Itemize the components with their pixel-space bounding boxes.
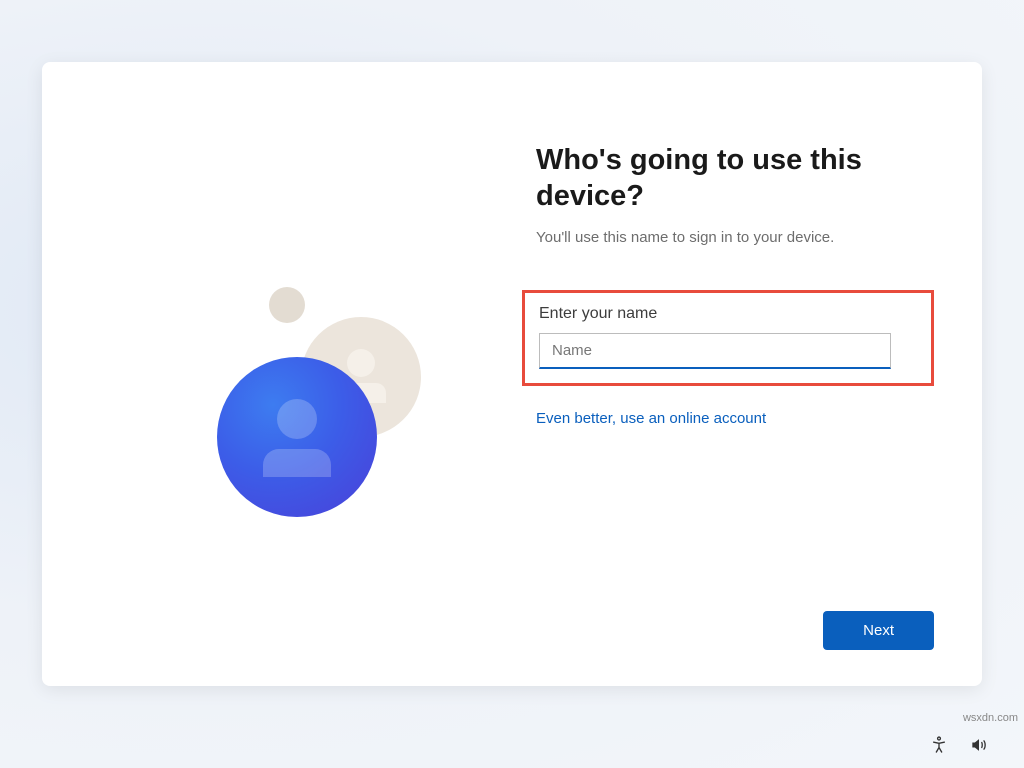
accessibility-icon[interactable] — [928, 734, 950, 756]
page-subtitle: You'll use this name to sign in to your … — [536, 229, 934, 246]
volume-icon[interactable] — [968, 734, 990, 756]
name-field-highlight: Enter your name — [522, 290, 934, 386]
form-pane: Who's going to use this device? You'll u… — [518, 62, 982, 686]
taskbar-icons — [928, 734, 990, 756]
watermark: wsxdn.com — [963, 712, 1018, 724]
setup-card: Who's going to use this device? You'll u… — [42, 62, 982, 686]
name-field-label: Enter your name — [539, 305, 917, 323]
illustration-pane — [42, 62, 518, 686]
next-button[interactable]: Next — [823, 611, 934, 650]
person-avatar-icon — [217, 357, 377, 517]
name-input[interactable] — [539, 333, 891, 369]
small-dot-icon — [269, 287, 305, 323]
online-account-link[interactable]: Even better, use an online account — [536, 410, 934, 427]
page-title: Who's going to use this device? — [536, 142, 896, 215]
user-illustration — [217, 287, 437, 507]
